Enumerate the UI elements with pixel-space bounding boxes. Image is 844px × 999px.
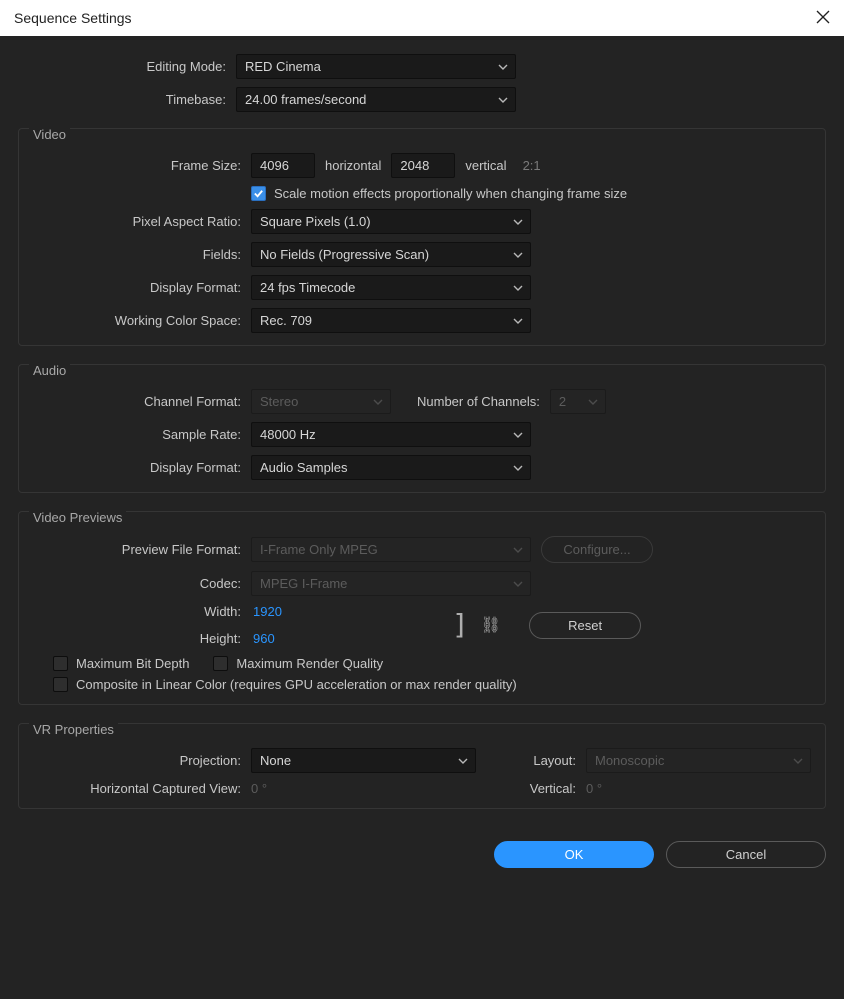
chevron-down-icon [498, 64, 508, 70]
hcv-label: Horizontal Captured View: [33, 781, 251, 796]
vertical-label: vertical [465, 158, 506, 173]
codec-dropdown: MPEG I-Frame [251, 571, 531, 596]
vr-group: VR Properties Projection: None Layout: M… [18, 723, 826, 809]
wcs-value: Rec. 709 [260, 313, 312, 328]
vr-legend: VR Properties [29, 722, 118, 737]
audio-df-label: Display Format: [33, 460, 251, 475]
frame-size-label: Frame Size: [33, 158, 251, 173]
chevron-down-icon [513, 432, 523, 438]
num-channels-value: 2 [559, 394, 566, 409]
par-dropdown[interactable]: Square Pixels (1.0) [251, 209, 531, 234]
ok-button[interactable]: OK [494, 841, 654, 868]
aspect-ratio-readout: 2:1 [523, 158, 541, 173]
editing-mode-dropdown[interactable]: RED Cinema [236, 54, 516, 79]
projection-label: Projection: [33, 753, 251, 768]
dialog-buttons: OK Cancel [0, 829, 844, 882]
codec-value: MPEG I-Frame [260, 576, 347, 591]
previews-group: Video Previews Preview File Format: I-Fr… [18, 511, 826, 705]
editing-mode-value: RED Cinema [245, 59, 321, 74]
chevron-down-icon [498, 97, 508, 103]
frame-width-input[interactable]: 4096 [251, 153, 315, 178]
timebase-dropdown[interactable]: 24.00 frames/second [236, 87, 516, 112]
chevron-down-icon [458, 758, 468, 764]
chevron-down-icon [513, 465, 523, 471]
scale-motion-checkbox[interactable]: Scale motion effects proportionally when… [251, 186, 627, 201]
close-button[interactable] [816, 10, 830, 27]
chevron-down-icon [513, 252, 523, 258]
par-label: Pixel Aspect Ratio: [33, 214, 251, 229]
composite-linear-checkbox[interactable]: Composite in Linear Color (requires GPU … [53, 677, 811, 692]
pff-dropdown: I-Frame Only MPEG [251, 537, 531, 562]
audio-legend: Audio [29, 363, 70, 378]
configure-button: Configure... [541, 536, 653, 563]
max-render-quality-checkbox[interactable]: Maximum Render Quality [213, 656, 383, 671]
pff-label: Preview File Format: [33, 542, 251, 557]
chevron-down-icon [513, 285, 523, 291]
dialog-content: Editing Mode: RED Cinema Timebase: 24.00… [0, 36, 844, 829]
fields-label: Fields: [33, 247, 251, 262]
chevron-down-icon [513, 318, 523, 324]
chevron-down-icon [513, 219, 523, 225]
wcs-label: Working Color Space: [33, 313, 251, 328]
chevron-down-icon [588, 399, 598, 405]
close-icon [816, 10, 830, 24]
max-bit-depth-label: Maximum Bit Depth [76, 656, 189, 671]
check-icon [253, 188, 264, 199]
max-render-quality-label: Maximum Render Quality [236, 656, 383, 671]
frame-height-input[interactable]: 2048 [391, 153, 455, 178]
layout-value: Monoscopic [595, 753, 664, 768]
fields-dropdown[interactable]: No Fields (Progressive Scan) [251, 242, 531, 267]
timebase-label: Timebase: [18, 92, 236, 107]
preview-height-label: Height: [33, 631, 251, 646]
link-bracket: ] [452, 617, 469, 634]
layout-label: Layout: [486, 753, 576, 768]
title-bar: Sequence Settings [0, 0, 844, 36]
channel-format-dropdown: Stereo [251, 389, 391, 414]
display-format-dropdown[interactable]: 24 fps Timecode [251, 275, 531, 300]
display-format-label: Display Format: [33, 280, 251, 295]
layout-dropdown: Monoscopic [586, 748, 811, 773]
preview-height-value[interactable]: 960 [253, 631, 275, 646]
display-format-value: 24 fps Timecode [260, 280, 355, 295]
channel-format-value: Stereo [260, 394, 298, 409]
chevron-down-icon [373, 399, 383, 405]
num-channels-label: Number of Channels: [417, 394, 540, 409]
fields-value: No Fields (Progressive Scan) [260, 247, 429, 262]
composite-linear-label: Composite in Linear Color (requires GPU … [76, 677, 517, 692]
chevron-down-icon [513, 581, 523, 587]
num-channels-dropdown: 2 [550, 389, 606, 414]
vertical-captured-label: Vertical: [486, 781, 576, 796]
horizontal-label: horizontal [325, 158, 381, 173]
sample-rate-label: Sample Rate: [33, 427, 251, 442]
window-title: Sequence Settings [14, 10, 132, 26]
editing-mode-label: Editing Mode: [18, 59, 236, 74]
cancel-button[interactable]: Cancel [666, 841, 826, 868]
sample-rate-value: 48000 Hz [260, 427, 316, 442]
hcv-value: 0 ° [251, 781, 476, 796]
audio-group: Audio Channel Format: Stereo Number of C… [18, 364, 826, 493]
codec-label: Codec: [33, 576, 251, 591]
sample-rate-dropdown[interactable]: 48000 Hz [251, 422, 531, 447]
pff-value: I-Frame Only MPEG [260, 542, 378, 557]
reset-button[interactable]: Reset [529, 612, 641, 639]
max-bit-depth-checkbox[interactable]: Maximum Bit Depth [53, 656, 189, 671]
par-value: Square Pixels (1.0) [260, 214, 371, 229]
video-group: Video Frame Size: 4096 horizontal 2048 v… [18, 128, 826, 346]
scale-motion-label: Scale motion effects proportionally when… [274, 186, 627, 201]
previews-legend: Video Previews [29, 510, 126, 525]
preview-width-value[interactable]: 1920 [253, 604, 282, 619]
projection-value: None [260, 753, 291, 768]
wcs-dropdown[interactable]: Rec. 709 [251, 308, 531, 333]
projection-dropdown[interactable]: None [251, 748, 476, 773]
vertical-captured-value: 0 ° [586, 781, 602, 796]
link-icon[interactable]: ⛓ [481, 615, 501, 635]
audio-df-dropdown[interactable]: Audio Samples [251, 455, 531, 480]
video-legend: Video [29, 127, 70, 142]
audio-df-value: Audio Samples [260, 460, 347, 475]
chevron-down-icon [513, 547, 523, 553]
channel-format-label: Channel Format: [33, 394, 251, 409]
preview-width-label: Width: [33, 604, 251, 619]
chevron-down-icon [793, 758, 803, 764]
timebase-value: 24.00 frames/second [245, 92, 366, 107]
